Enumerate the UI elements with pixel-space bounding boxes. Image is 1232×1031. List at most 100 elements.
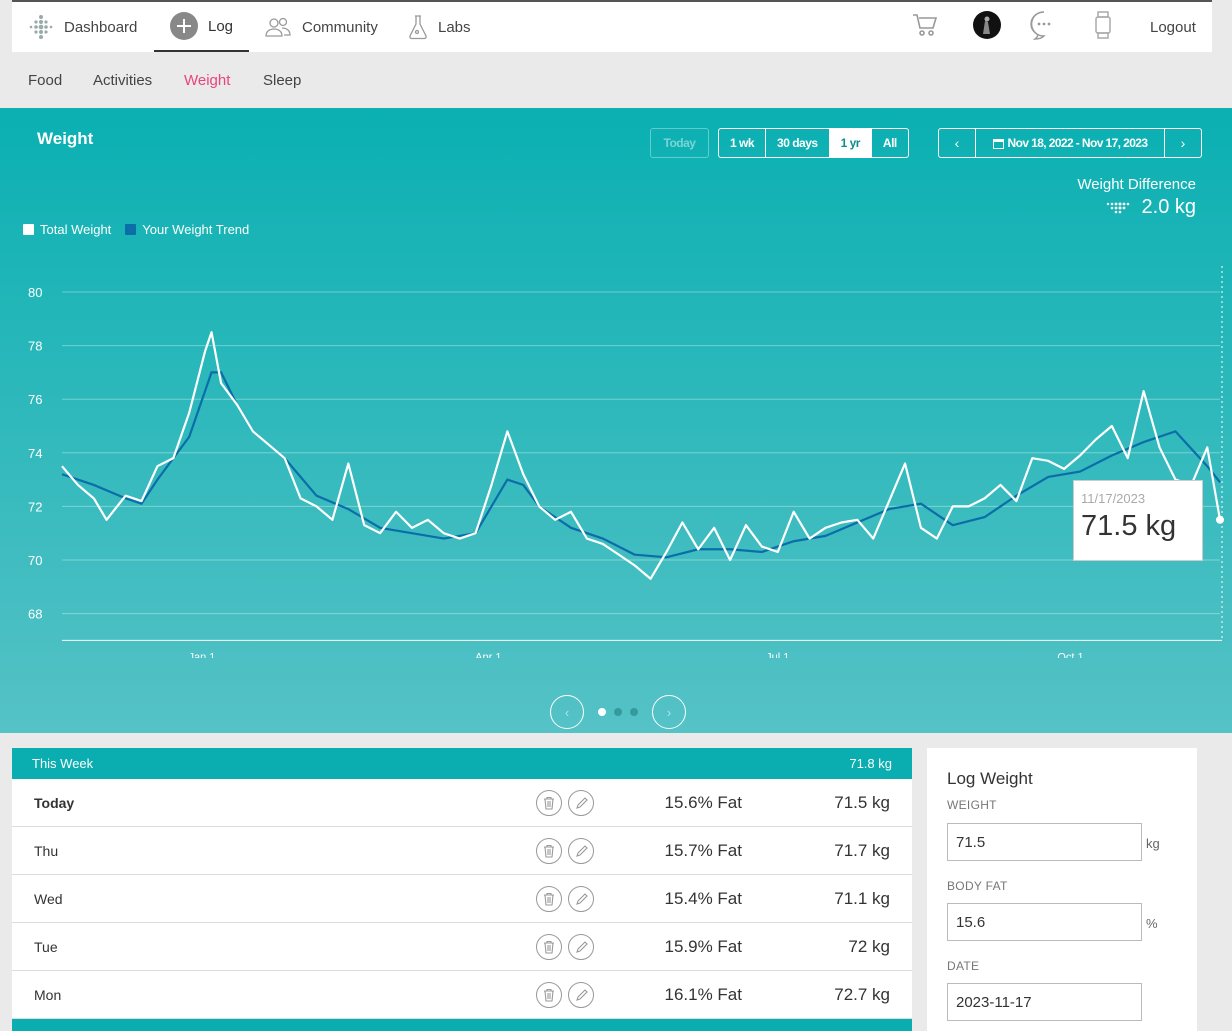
tooltip-date: 11/17/2023	[1081, 491, 1146, 506]
week-average: 71.8 kg	[849, 756, 892, 771]
next-range-button[interactable]: ›	[1164, 129, 1201, 157]
delete-button[interactable]	[536, 790, 562, 816]
y-tick-label: 78	[28, 339, 42, 354]
calendar-icon	[992, 138, 1004, 149]
chevron-left-icon: ‹	[954, 135, 960, 151]
trend-line	[61, 371, 1221, 559]
pager-prev-button[interactable]: ‹	[550, 695, 584, 729]
row-day: Mon	[34, 987, 62, 1003]
delete-button[interactable]	[536, 886, 562, 912]
table-row: Wed 15.4% Fat 71.1 kg	[12, 875, 912, 923]
people-icon	[264, 16, 292, 38]
pencil-icon	[575, 892, 588, 905]
trash-icon	[544, 796, 554, 810]
x-tick-label: Jan 1	[189, 651, 216, 658]
legend-weight-trend: Your Weight Trend	[125, 222, 249, 237]
row-body-fat: 15.4% Fat	[664, 889, 743, 908]
row-weight: 71.7 kg	[834, 841, 890, 860]
delete-button[interactable]	[536, 982, 562, 1008]
body-fat-label: BODY FAT	[947, 879, 1008, 893]
pencil-icon	[575, 988, 588, 1001]
current-point	[1216, 515, 1224, 524]
date-range-label: Nov 18, 2022 - Nov 17, 2023	[1007, 136, 1149, 150]
pager-dots	[594, 708, 642, 716]
avatar-icon	[972, 10, 1002, 45]
nav-log[interactable]: Log	[154, 2, 250, 52]
weight-unit: kg	[1146, 836, 1160, 851]
pager-dot[interactable]	[630, 708, 638, 716]
range-selector: 1 wk 30 days 1 yr All	[718, 128, 909, 158]
edit-button[interactable]	[568, 838, 594, 864]
y-tick-label: 70	[28, 553, 42, 568]
pager-dot[interactable]	[614, 708, 622, 716]
weight-line-chart[interactable]: 68 70 72 74 76 78 80 Jan 1 Apr 1 Jul 1 Oct 1	[0, 258, 1232, 658]
weight-input[interactable]: 71.5	[947, 823, 1142, 861]
log-subnav: Food Activities Weight Sleep	[0, 52, 1232, 108]
chevron-left-icon: ‹	[564, 704, 570, 720]
chart-pager: ‹ ›	[550, 695, 686, 729]
weight-difference-label: Weight Difference	[1077, 176, 1196, 193]
legend-total-label: Total Weight	[40, 222, 112, 237]
x-tick-label: Jul 1	[766, 651, 789, 658]
cart-button[interactable]	[912, 2, 938, 52]
row-day: Today	[34, 795, 75, 811]
nav-community-label: Community	[302, 18, 378, 36]
subnav-sleep[interactable]: Sleep	[263, 72, 301, 89]
date-range-picker[interactable]: Nov 18, 2022 - Nov 17, 2023	[976, 129, 1164, 157]
body-fat-input[interactable]: 15.6	[947, 903, 1142, 941]
row-weight: 71.5 kg	[834, 793, 890, 812]
nav-labs[interactable]: Labs	[408, 2, 471, 52]
row-weight: 72.7 kg	[834, 985, 890, 1004]
table-row: Tue 15.9% Fat 72 kg	[12, 923, 912, 971]
delete-button[interactable]	[536, 934, 562, 960]
page-title: Weight	[37, 129, 94, 148]
y-tick-label: 72	[28, 499, 42, 514]
date-range-nav: ‹ Nov 18, 2022 - Nov 17, 2023 ›	[938, 128, 1202, 158]
today-button[interactable]: Today	[650, 128, 709, 158]
subnav-food[interactable]: Food	[28, 72, 62, 89]
pager-next-button[interactable]: ›	[652, 695, 686, 729]
subnav-activities[interactable]: Activities	[93, 72, 152, 89]
chat-bubble-icon	[1029, 10, 1059, 45]
range-all-button[interactable]: All	[872, 129, 908, 157]
delete-button[interactable]	[536, 838, 562, 864]
nav-labs-label: Labs	[438, 18, 471, 36]
edit-button[interactable]	[568, 790, 594, 816]
row-day: Thu	[34, 843, 59, 859]
edit-button[interactable]	[568, 934, 594, 960]
table-header: This Week 71.8 kg	[12, 748, 912, 779]
edit-button[interactable]	[568, 886, 594, 912]
total-weight-line	[61, 331, 1222, 580]
table-row: Mon 16.1% Fat 72.7 kg	[12, 971, 912, 1019]
edit-button[interactable]	[568, 982, 594, 1008]
chevron-right-icon: ›	[1180, 135, 1186, 151]
table-row: Thu 15.7% Fat 71.7 kg	[12, 827, 912, 875]
nav-dashboard[interactable]: Dashboard	[28, 2, 137, 52]
chart-tooltip: 11/17/2023 71.5 kg	[1073, 480, 1203, 561]
fitbit-logo-icon	[28, 14, 54, 40]
nav-community[interactable]: Community	[264, 2, 378, 52]
range-1wk-button[interactable]: 1 wk	[719, 129, 767, 157]
logout-link[interactable]: Logout	[1150, 2, 1196, 52]
range-30days-button[interactable]: 30 days	[766, 129, 830, 157]
flask-icon	[408, 14, 428, 40]
y-tick-label: 74	[28, 446, 42, 461]
plus-icon	[170, 12, 198, 40]
trash-icon	[544, 988, 554, 1002]
date-label: DATE	[947, 959, 980, 973]
prev-range-button[interactable]: ‹	[939, 129, 976, 157]
table-next-week-header	[12, 1019, 912, 1031]
chevron-right-icon: ›	[666, 704, 672, 720]
devices-button[interactable]	[1094, 2, 1112, 52]
row-actions	[536, 886, 600, 912]
range-1yr-button[interactable]: 1 yr	[829, 129, 872, 157]
weight-label: WEIGHT	[947, 798, 997, 812]
subnav-weight[interactable]: Weight	[184, 72, 230, 89]
messages-button[interactable]	[1029, 2, 1059, 52]
date-input[interactable]: 2023-11-17	[947, 983, 1142, 1021]
pager-dot[interactable]	[598, 708, 606, 716]
table-row: Today 15.6% Fat 71.5 kg	[12, 779, 912, 827]
avatar[interactable]	[972, 2, 1002, 52]
row-actions	[536, 934, 600, 960]
fitbit-dots-icon	[1106, 201, 1132, 215]
